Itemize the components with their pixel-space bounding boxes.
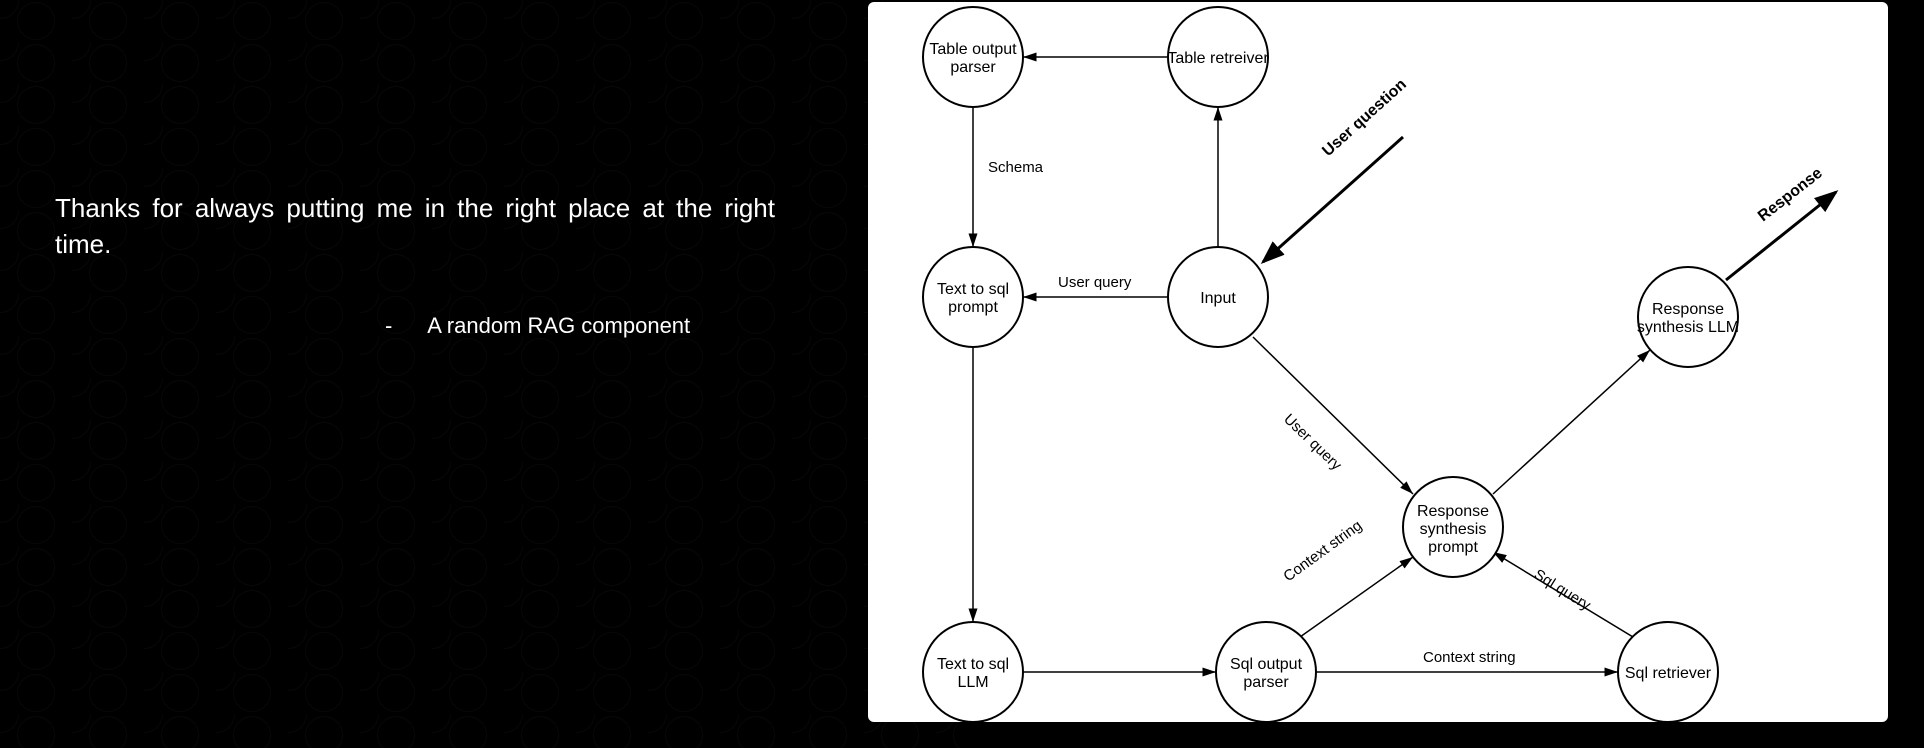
edge-prompt-to-synthllm (1493, 350, 1650, 494)
svg-text:Table retreiver: Table retreiver (1167, 50, 1269, 67)
quote-attribution: - A random RAG component (55, 313, 775, 339)
svg-text:Sql retriever: Sql retriever (1625, 665, 1712, 682)
node-text-to-sql-prompt: Text to sql prompt (923, 247, 1023, 347)
svg-text:synthesis: synthesis (1420, 521, 1487, 538)
label-user-query2: User query (1280, 411, 1345, 475)
label-response: Response (1755, 165, 1826, 226)
node-text-to-sql-llm: Text to sql LLM (923, 622, 1023, 722)
svg-text:Text to sql: Text to sql (937, 656, 1009, 673)
svg-text:parser: parser (1243, 674, 1289, 691)
svg-text:Text to sql: Text to sql (937, 281, 1009, 298)
quote-author: A random RAG component (427, 313, 690, 338)
svg-text:Table output: Table output (929, 41, 1017, 58)
svg-text:prompt: prompt (948, 299, 998, 316)
svg-text:parser: parser (950, 59, 996, 76)
node-sql-output-parser: Sql output parser (1216, 622, 1316, 722)
node-table-output-parser: Table output parser (923, 7, 1023, 107)
svg-text:Response: Response (1417, 503, 1489, 520)
label-sqlquery: Sql query (1531, 566, 1594, 614)
edge-context1 (1300, 557, 1413, 637)
label-context1: Context string (1280, 517, 1365, 585)
hexagon-background (0, 0, 960, 748)
svg-text:LLM: LLM (957, 674, 988, 691)
svg-text:synthesis LLM: synthesis LLM (1637, 319, 1739, 336)
label-context2: Context string (1423, 649, 1516, 666)
svg-text:Sql output: Sql output (1230, 656, 1303, 673)
node-table-retriever: Table retreiver (1167, 7, 1269, 107)
quote-dash: - (385, 313, 392, 338)
quote-block: Thanks for always putting me in the righ… (55, 190, 775, 339)
node-response-synthesis-prompt: Response synthesis prompt (1403, 477, 1503, 577)
node-sql-retriever: Sql retriever (1618, 622, 1718, 722)
label-user-question: User question (1319, 76, 1410, 160)
node-input: Input (1168, 247, 1268, 347)
svg-text:Input: Input (1200, 290, 1236, 307)
svg-text:Response: Response (1652, 301, 1724, 318)
node-response-synthesis-llm: Response synthesis LLM (1637, 267, 1739, 367)
rag-diagram: Schema User query User question User que… (868, 2, 1888, 722)
label-schema: Schema (988, 159, 1044, 176)
label-user-query: User query (1058, 274, 1132, 291)
svg-text:prompt: prompt (1428, 539, 1478, 556)
quote-text: Thanks for always putting me in the righ… (55, 190, 775, 263)
